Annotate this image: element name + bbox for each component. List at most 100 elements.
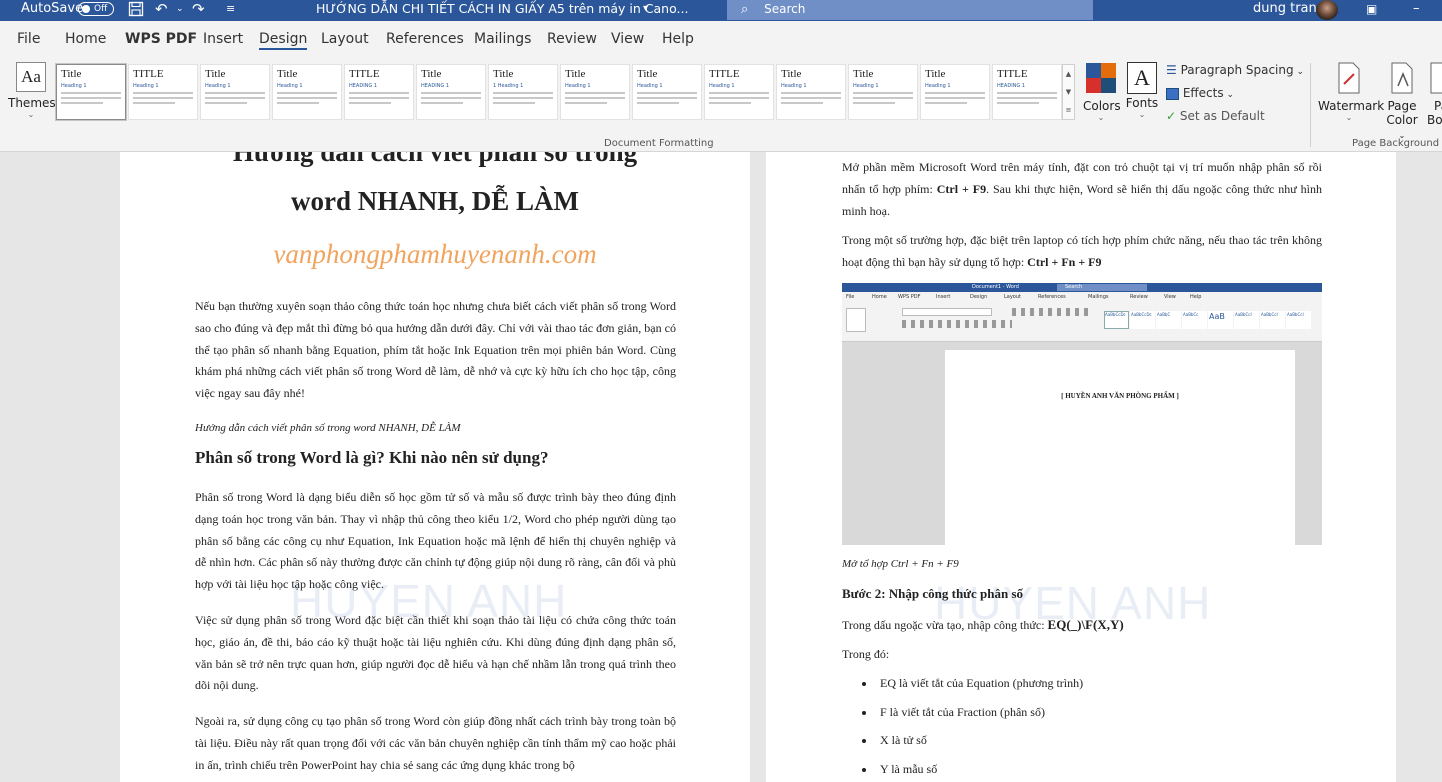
ribbon-tabs: File Home WPS PDF Insert Design Layout R… xyxy=(0,21,1442,59)
document-page-right[interactable]: HUYEN ANH Mở phần mềm Microsoft Word trê… xyxy=(766,152,1396,782)
style-set-thumbnail[interactable]: Title Heading 1 xyxy=(200,64,270,120)
style-set-thumbnail[interactable]: TITLE Heading 1 xyxy=(704,64,774,120)
shot-tab: Help xyxy=(1190,294,1202,300)
ribbon-divider xyxy=(1310,63,1311,147)
gallery-scroll[interactable]: ▲ ▼ ≡ xyxy=(1062,64,1075,120)
tab-view[interactable]: View xyxy=(611,31,644,47)
tab-design[interactable]: Design xyxy=(259,31,308,50)
style-set-thumbnail[interactable]: Title 1 Heading 1 xyxy=(488,64,558,120)
shot-para-icons xyxy=(1012,308,1092,316)
ribbon-display-icon[interactable]: ▣ xyxy=(1366,0,1377,21)
set-as-default-button[interactable]: ✓ Set as Default xyxy=(1166,109,1265,123)
style-set-thumbnail[interactable]: TITLE Heading 1 xyxy=(128,64,198,120)
shot-tab: Mailings xyxy=(1088,294,1109,300)
shot-page: [ HUYỀN ANH VĂN PHÒNG PHẨM ] xyxy=(945,350,1295,545)
shot-page-text: [ HUYỀN ANH VĂN PHÒNG PHẨM ] xyxy=(1061,392,1179,400)
customize-toolbar-icon[interactable]: ≡ xyxy=(226,0,235,21)
shot-tab: View xyxy=(1164,294,1176,300)
page-color-button[interactable]: Page Color ⌄ xyxy=(1382,62,1422,141)
style-set-thumbnail[interactable]: Title Heading 1 xyxy=(632,64,702,120)
shot-paste-icon xyxy=(846,308,866,332)
scroll-down-icon[interactable]: ▼ xyxy=(1063,83,1074,101)
colors-button[interactable]: Colors ⌄ xyxy=(1083,62,1121,122)
themes-dropdown-icon: ⌄ xyxy=(27,110,35,119)
tab-wps-pdf[interactable]: WPS PDF xyxy=(125,31,197,47)
scroll-up-icon[interactable]: ▲ xyxy=(1063,65,1074,83)
paragraph-where: Trong đó: xyxy=(842,647,890,661)
shot-titlebar: Document1 - Word Search xyxy=(842,283,1322,292)
save-icon[interactable] xyxy=(128,1,144,22)
themes-button[interactable]: Aa Themes ⌄ xyxy=(8,62,56,128)
tab-insert[interactable]: Insert xyxy=(203,31,243,47)
autosave-toggle[interactable]: Off xyxy=(78,0,114,21)
minimize-icon[interactable]: – xyxy=(1413,0,1420,21)
avatar[interactable] xyxy=(1316,0,1338,20)
tab-help[interactable]: Help xyxy=(662,31,694,47)
watermark-dropdown-icon: ⌄ xyxy=(1345,113,1353,122)
doc-title-line1: Hướng dẫn cách viết phân số trong xyxy=(232,152,638,167)
paragraph-usage: Việc sử dụng phân số trong Word đặc biệt… xyxy=(195,613,676,693)
page-borders-button[interactable]: Pa Bo xyxy=(1428,62,1442,127)
shot-style-item: AaBbCcDc xyxy=(1104,311,1129,329)
style-set-thumbnail[interactable]: Title Heading 1 xyxy=(560,64,630,120)
autosave-label: AutoSave xyxy=(21,1,84,16)
style-set-thumbnail[interactable]: Title HEADING 1 xyxy=(416,64,486,120)
shot-format-icons xyxy=(902,320,1012,328)
tab-references[interactable]: References xyxy=(386,31,464,47)
tab-mailings[interactable]: Mailings xyxy=(474,31,531,47)
tab-review[interactable]: Review xyxy=(547,31,597,47)
effects-button[interactable]: Effects ⌄ xyxy=(1166,86,1234,100)
embedded-screenshot: Document1 - Word Search File Home WPS PDF I… xyxy=(842,283,1322,545)
document-page-left[interactable]: HUYEN ANH Hướng dẫn cách viết phân số tr… xyxy=(120,152,750,782)
shot-style-item: AaBbC xyxy=(1156,311,1181,329)
style-set-thumbnail[interactable]: Title Heading 1 xyxy=(55,63,127,121)
checkmark-icon: ✓ xyxy=(1166,109,1177,123)
style-set-thumbnail[interactable]: Title Heading 1 xyxy=(848,64,918,120)
shot-style-item: AaBbCc xyxy=(1182,311,1207,329)
paragraph-definition: Phân số trong Word là dạng biểu diễn số … xyxy=(195,490,676,592)
user-name[interactable]: dung tran xyxy=(1253,0,1317,21)
fonts-button[interactable]: A Fonts ⌄ xyxy=(1124,62,1160,119)
page-borders-icon xyxy=(1430,62,1442,94)
shot-tab: Insert xyxy=(936,294,951,300)
effects-dropdown-icon: ⌄ xyxy=(1223,90,1235,100)
shot-style-item: AaBbCcI xyxy=(1286,311,1311,329)
colors-dropdown-icon: ⌄ xyxy=(1097,113,1105,122)
tab-file[interactable]: File xyxy=(17,31,40,47)
image-caption: Hướng dẫn cách viết phân số trong word N… xyxy=(195,422,461,434)
more-icon[interactable]: ≡ xyxy=(1063,101,1074,119)
style-set-thumbnail[interactable]: TITLE HEADING 1 xyxy=(344,64,414,120)
style-set-thumbnail[interactable]: TITLE HEADING 1 xyxy=(992,64,1062,120)
paragraph-spacing-button[interactable]: ☰ Paragraph Spacing ⌄ xyxy=(1166,63,1304,77)
shot-tab: Design xyxy=(970,294,988,300)
style-set-thumbnail[interactable]: Title Heading 1 xyxy=(920,64,990,120)
themes-label: Themes xyxy=(8,96,56,110)
title-dropdown-icon[interactable]: ▾ xyxy=(643,0,648,21)
undo-dropdown-icon[interactable]: ⌄ xyxy=(176,0,184,21)
shot-tab: Home xyxy=(872,294,887,300)
shot-style-item: AaBbCcI xyxy=(1260,311,1285,329)
effects-icon xyxy=(1166,87,1179,100)
style-set-thumbnail[interactable]: Title Heading 1 xyxy=(272,64,342,120)
shot-tab: References xyxy=(1038,294,1066,300)
tab-home[interactable]: Home xyxy=(65,31,106,47)
watermark-icon xyxy=(1338,62,1360,94)
search-icon: ⌕ xyxy=(741,2,749,17)
paragraph-intro: Nếu bạn thường xuyên soạn thảo công thức… xyxy=(195,299,676,401)
image-caption: Mở tổ hợp Ctrl + Fn + F9 xyxy=(842,558,959,570)
shot-tab: Review xyxy=(1130,294,1148,300)
document-title[interactable]: HƯỚNG DẪN CHI TIẾT CÁCH IN GIẤY A5 trên … xyxy=(316,0,688,21)
style-set-thumbnail[interactable]: Title Heading 1 xyxy=(776,64,846,120)
doc-title-line2: word NHANH, DỄ LÀM xyxy=(291,186,579,216)
colors-label: Colors xyxy=(1083,99,1121,113)
search-box[interactable]: ⌕ Search xyxy=(727,0,1093,20)
undo-icon[interactable]: ↶ xyxy=(155,0,168,21)
paragraph-spacing-dropdown-icon: ⌄ xyxy=(1293,67,1305,77)
watermark-button[interactable]: Watermark ⌄ xyxy=(1318,62,1384,122)
colors-icon xyxy=(1086,63,1116,93)
tab-layout[interactable]: Layout xyxy=(321,31,369,47)
step-heading: Bước 2: Nhập công thức phân số xyxy=(842,586,1023,601)
redo-icon[interactable]: ↷ xyxy=(192,0,205,21)
group-page-background: Page Background xyxy=(1352,138,1440,149)
shot-tab: Layout xyxy=(1004,294,1021,300)
